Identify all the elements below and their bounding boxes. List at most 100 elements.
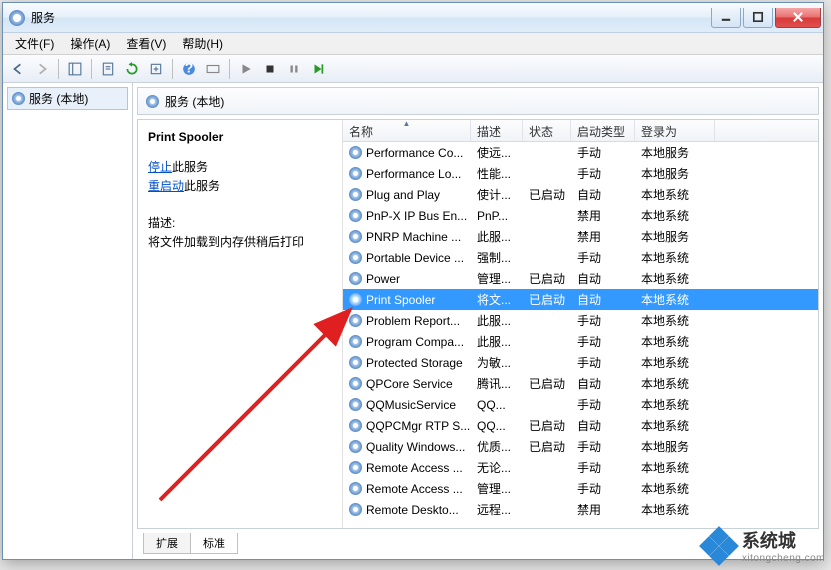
service-name: Performance Co... bbox=[366, 146, 463, 160]
service-row[interactable]: Problem Report...此服...手动本地系统 bbox=[343, 310, 818, 331]
service-row[interactable]: Performance Co...使远...手动本地服务 bbox=[343, 142, 818, 163]
service-name: Protected Storage bbox=[366, 356, 463, 370]
service-status bbox=[523, 214, 571, 218]
service-row[interactable]: Remote Deskto...远程...禁用本地系统 bbox=[343, 499, 818, 520]
service-startup: 手动 bbox=[571, 436, 635, 457]
titlebar[interactable]: 服务 bbox=[3, 3, 823, 33]
svg-text:?: ? bbox=[185, 62, 194, 76]
help-button[interactable]: ? bbox=[178, 58, 200, 80]
service-name: Program Compa... bbox=[366, 335, 464, 349]
service-startup: 手动 bbox=[571, 394, 635, 415]
stop-link[interactable]: 停止 bbox=[148, 160, 172, 174]
service-row[interactable]: Quality Windows...优质...已启动手动本地服务 bbox=[343, 436, 818, 457]
service-row[interactable]: QPCore Service腾讯...已启动自动本地系统 bbox=[343, 373, 818, 394]
menubar: 文件(F) 操作(A) 查看(V) 帮助(H) bbox=[3, 33, 823, 55]
col-startup[interactable]: 启动类型 bbox=[571, 120, 635, 141]
service-desc: PnP... bbox=[471, 207, 523, 225]
close-button[interactable] bbox=[775, 8, 821, 28]
app-icon bbox=[9, 10, 25, 26]
service-row[interactable]: Remote Access ...管理...手动本地系统 bbox=[343, 478, 818, 499]
toolbar-extra-button[interactable] bbox=[202, 58, 224, 80]
menu-action[interactable]: 操作(A) bbox=[62, 33, 118, 54]
gear-icon bbox=[349, 314, 362, 327]
service-startup: 手动 bbox=[571, 457, 635, 478]
export-button[interactable] bbox=[145, 58, 167, 80]
minimize-button[interactable] bbox=[711, 8, 741, 28]
gear-icon bbox=[349, 251, 362, 264]
col-name[interactable]: 名称▲ bbox=[343, 120, 471, 141]
watermark-logo-icon bbox=[696, 529, 736, 563]
tab-extended[interactable]: 扩展 bbox=[143, 533, 191, 554]
service-desc: 此服... bbox=[471, 331, 523, 352]
service-name: Remote Deskto... bbox=[366, 503, 459, 517]
service-desc: 将文... bbox=[471, 289, 523, 310]
service-desc: 强制... bbox=[471, 247, 523, 268]
pause-service-button[interactable] bbox=[283, 58, 305, 80]
forward-button[interactable] bbox=[31, 58, 53, 80]
toolbar-separator bbox=[229, 59, 230, 79]
maximize-button[interactable] bbox=[743, 8, 773, 28]
service-name: Power bbox=[366, 272, 400, 286]
service-logon: 本地服务 bbox=[635, 436, 715, 457]
back-button[interactable] bbox=[7, 58, 29, 80]
service-row[interactable]: Remote Access ...无论...手动本地系统 bbox=[343, 457, 818, 478]
tree-root-item[interactable]: 服务 (本地) bbox=[7, 87, 128, 110]
restart-service-button[interactable] bbox=[307, 58, 329, 80]
service-name: Quality Windows... bbox=[366, 440, 465, 454]
col-logon[interactable]: 登录为 bbox=[635, 120, 715, 141]
service-startup: 禁用 bbox=[571, 499, 635, 520]
service-row[interactable]: QQMusicServiceQQ...手动本地系统 bbox=[343, 394, 818, 415]
service-row[interactable]: Print Spooler将文...已启动自动本地系统 bbox=[343, 289, 818, 310]
service-row[interactable]: Program Compa...此服...手动本地系统 bbox=[343, 331, 818, 352]
list-header: 名称▲ 描述 状态 启动类型 登录为 bbox=[343, 120, 818, 142]
service-row[interactable]: Protected Storage为敏...手动本地系统 bbox=[343, 352, 818, 373]
menu-view[interactable]: 查看(V) bbox=[118, 33, 174, 54]
stop-service-button[interactable] bbox=[259, 58, 281, 80]
menu-file[interactable]: 文件(F) bbox=[7, 33, 62, 54]
service-desc: 此服... bbox=[471, 226, 523, 247]
service-logon: 本地系统 bbox=[635, 415, 715, 436]
restart-link[interactable]: 重启动 bbox=[148, 179, 184, 193]
properties-button[interactable] bbox=[97, 58, 119, 80]
service-desc: 管理... bbox=[471, 478, 523, 499]
service-desc: 无论... bbox=[471, 457, 523, 478]
service-row[interactable]: Portable Device ...强制...手动本地系统 bbox=[343, 247, 818, 268]
service-row[interactable]: Performance Lo...性能...手动本地服务 bbox=[343, 163, 818, 184]
list-body[interactable]: Performance Co...使远...手动本地服务Performance … bbox=[343, 142, 818, 528]
gear-icon bbox=[349, 230, 362, 243]
service-logon: 本地系统 bbox=[635, 289, 715, 310]
gear-icon bbox=[349, 335, 362, 348]
refresh-button[interactable] bbox=[121, 58, 143, 80]
service-startup: 手动 bbox=[571, 331, 635, 352]
service-row[interactable]: Plug and Play使计...已启动自动本地系统 bbox=[343, 184, 818, 205]
service-row[interactable]: PNRP Machine ...此服...禁用本地服务 bbox=[343, 226, 818, 247]
menu-help[interactable]: 帮助(H) bbox=[174, 33, 231, 54]
selected-service-name: Print Spooler bbox=[148, 130, 332, 144]
service-row[interactable]: QQPCMgr RTP S...QQ...已启动自动本地系统 bbox=[343, 415, 818, 436]
service-desc: 使远... bbox=[471, 142, 523, 163]
service-name: Print Spooler bbox=[366, 293, 435, 307]
service-name: PnP-X IP Bus En... bbox=[366, 209, 467, 223]
service-status bbox=[523, 508, 571, 512]
start-service-button[interactable] bbox=[235, 58, 257, 80]
col-status[interactable]: 状态 bbox=[523, 120, 571, 141]
body: 服务 (本地) 服务 (本地) Print Spooler 停止此服务 重启动此… bbox=[3, 83, 823, 559]
service-startup: 禁用 bbox=[571, 226, 635, 247]
service-row[interactable]: Power管理...已启动自动本地系统 bbox=[343, 268, 818, 289]
gear-icon bbox=[349, 272, 362, 285]
service-row[interactable]: PnP-X IP Bus En...PnP...禁用本地系统 bbox=[343, 205, 818, 226]
window-buttons bbox=[709, 8, 821, 28]
service-startup: 手动 bbox=[571, 310, 635, 331]
service-name: Problem Report... bbox=[366, 314, 460, 328]
watermark-brand: 系统城 bbox=[742, 527, 825, 553]
service-status bbox=[523, 466, 571, 470]
gear-icon bbox=[349, 167, 362, 180]
tab-standard[interactable]: 标准 bbox=[190, 533, 238, 554]
service-name: Remote Access ... bbox=[366, 482, 463, 496]
show-hide-tree-button[interactable] bbox=[64, 58, 86, 80]
service-name: QPCore Service bbox=[366, 377, 453, 391]
service-logon: 本地系统 bbox=[635, 268, 715, 289]
col-desc[interactable]: 描述 bbox=[471, 120, 523, 141]
gear-icon bbox=[349, 503, 362, 516]
service-status bbox=[523, 340, 571, 344]
